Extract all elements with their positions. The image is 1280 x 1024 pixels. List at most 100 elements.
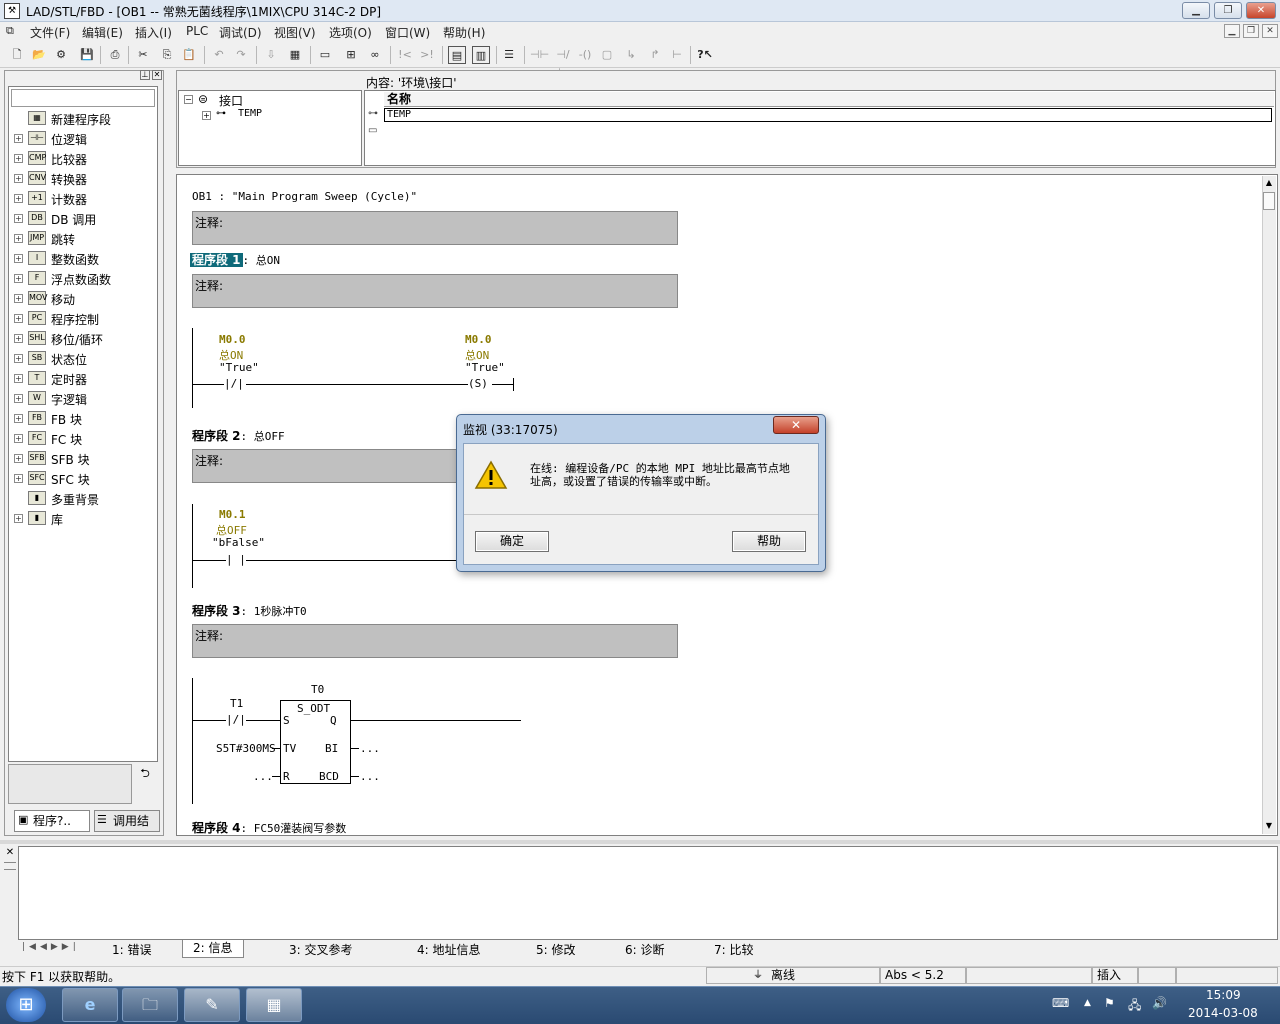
scroll-thumb[interactable]: [1263, 192, 1275, 210]
n3-bcd-value[interactable]: ...: [360, 770, 380, 783]
maximize-button[interactable]: ❐: [1214, 2, 1242, 19]
menu-edit[interactable]: 编辑(E): [82, 24, 123, 41]
cut-icon[interactable]: ✂: [134, 46, 152, 64]
interface-row-temp[interactable]: TEMP: [384, 108, 1272, 122]
tree-expand-icon[interactable]: +: [14, 354, 23, 363]
tree-expand-icon[interactable]: +: [14, 254, 23, 263]
n1-contact-address[interactable]: M0.0: [219, 333, 246, 346]
clock-time[interactable]: 15:09: [1206, 988, 1241, 1002]
new-icon[interactable]: 🗋: [8, 46, 26, 64]
network-icon[interactable]: ⊞: [342, 46, 360, 64]
contact-no-icon[interactable]: ⊣⊢: [530, 46, 549, 64]
clock-date[interactable]: 2014-03-08: [1188, 1006, 1258, 1020]
minimize-button[interactable]: ▁: [1182, 2, 1210, 19]
menu-options[interactable]: 选项(O): [329, 24, 372, 41]
tree-expand-icon[interactable]: +: [14, 134, 23, 143]
output-close-icon[interactable]: ✕: [4, 848, 16, 860]
tree-expand-icon[interactable]: +: [202, 111, 211, 120]
n1-coil-address[interactable]: M0.0: [465, 333, 492, 346]
catalog-search[interactable]: [11, 89, 155, 107]
network-3-header[interactable]: 程序段 3: 1秒脉冲T0: [192, 602, 307, 619]
menu-file[interactable]: 文件(F): [30, 24, 70, 41]
tree-expand-icon[interactable]: +: [14, 334, 23, 343]
network-3-comment[interactable]: 注释:: [192, 624, 678, 658]
tab-nav-icons[interactable]: |◀◀▶▶|: [22, 942, 86, 956]
tab-cross-ref[interactable]: 3: 交叉参考: [289, 941, 353, 957]
start-button[interactable]: ⊞: [6, 988, 46, 1022]
splitter[interactable]: [0, 840, 1280, 844]
ie-icon[interactable]: e: [62, 988, 118, 1022]
glasses-icon[interactable]: ∞: [366, 46, 384, 64]
dialog-close-button[interactable]: ✕: [773, 416, 819, 434]
tray-expand-icon[interactable]: ▲: [1084, 998, 1091, 1008]
n3-contact-address[interactable]: T1: [230, 697, 243, 710]
load-icon[interactable]: ⇩: [262, 46, 280, 64]
tree-expand-icon[interactable]: +: [14, 154, 23, 163]
scroll-up-icon[interactable]: ▲: [1263, 177, 1275, 189]
simatic-manager-icon[interactable]: ✎: [184, 988, 240, 1022]
close-button[interactable]: ✕: [1246, 2, 1276, 19]
menu-help[interactable]: 帮助(H): [443, 24, 485, 41]
connect-icon[interactable]: ⊢: [668, 46, 686, 64]
mdi-close-button[interactable]: ✕: [1262, 24, 1278, 38]
help-icon[interactable]: ?↖: [696, 46, 714, 64]
mdi-restore-button[interactable]: ❐: [1243, 24, 1259, 38]
tab-modify[interactable]: 5: 修改: [536, 941, 576, 957]
tree-expand-icon[interactable]: +: [14, 194, 23, 203]
tree-expand-icon[interactable]: +: [14, 374, 23, 383]
n3-timer-address[interactable]: T0: [311, 683, 324, 696]
network-icon[interactable]: 🖧: [1128, 996, 1141, 1017]
new-network-icon[interactable]: ☰: [500, 46, 518, 64]
lad-editor-task-icon[interactable]: ▦: [246, 988, 302, 1022]
tree-expand-icon[interactable]: +: [14, 454, 23, 463]
branch-close-icon[interactable]: ↱: [646, 46, 664, 64]
tree-collapse-icon[interactable]: −: [184, 95, 193, 104]
branch-end-icon[interactable]: >!: [418, 46, 436, 64]
interface-temp[interactable]: TEMP: [238, 108, 262, 119]
menu-insert[interactable]: 插入(I): [135, 24, 172, 41]
n3-r-value[interactable]: ...: [253, 770, 273, 783]
tree-expand-icon[interactable]: +: [14, 474, 23, 483]
network-4-header[interactable]: 程序段 4: FC50灌装阀写参数: [192, 819, 346, 836]
box-icon[interactable]: ▢: [598, 46, 616, 64]
tab-errors[interactable]: 1: 错误: [112, 941, 152, 957]
undo-icon[interactable]: ↶: [210, 46, 228, 64]
tree-expand-icon[interactable]: +: [14, 414, 23, 423]
volume-icon[interactable]: 🔊: [1152, 996, 1167, 1010]
monitor-icon[interactable]: ▭: [316, 46, 334, 64]
help-button[interactable]: 帮助: [732, 531, 806, 552]
network-2-header[interactable]: 程序段 2: 总OFF: [192, 427, 285, 444]
tab-info[interactable]: 2: 信息: [182, 940, 244, 958]
tree-expand-icon[interactable]: +: [14, 514, 23, 523]
menu-view[interactable]: 视图(V): [274, 24, 316, 41]
panel-pin-icon[interactable]: ⊥: [140, 70, 150, 80]
mdi-minimize-button[interactable]: ▁: [1224, 24, 1240, 38]
n3-bi-value[interactable]: ...: [360, 742, 380, 755]
n3-nc-contact[interactable]: |/|: [226, 713, 246, 726]
n1-set-coil[interactable]: (S): [468, 377, 488, 390]
menu-debug[interactable]: 调试(D): [219, 24, 262, 41]
panel-close-icon[interactable]: ✕: [152, 70, 162, 80]
tab-diagnostics[interactable]: 6: 诊断: [625, 941, 665, 957]
tree-expand-icon[interactable]: +: [14, 294, 23, 303]
save-icon[interactable]: 💾: [78, 46, 96, 64]
ob-comment[interactable]: 注释:: [192, 211, 678, 245]
flag-icon[interactable]: ⚑: [1104, 996, 1115, 1010]
tree-expand-icon[interactable]: +: [14, 274, 23, 283]
print-icon[interactable]: ⎙: [106, 46, 124, 64]
catalog-toggle-icon[interactable]: ⮌: [134, 764, 156, 782]
explorer-icon[interactable]: 🗀: [122, 988, 178, 1022]
branch-icon[interactable]: !<: [396, 46, 414, 64]
scroll-down-icon[interactable]: ▼: [1263, 820, 1275, 832]
tree-expand-icon[interactable]: +: [14, 314, 23, 323]
n2-no-contact[interactable]: | |: [226, 553, 246, 566]
accessible-nodes-icon[interactable]: ⚙: [52, 46, 70, 64]
contact-nc-icon[interactable]: ⊣/⊢: [554, 46, 572, 79]
menu-window[interactable]: 窗口(W): [385, 24, 430, 41]
editor-scrollbar[interactable]: [1262, 176, 1276, 834]
compile-icon[interactable]: ▦: [286, 46, 304, 64]
network-1-comment[interactable]: 注释:: [192, 274, 678, 308]
branch-open-icon[interactable]: ↳: [622, 46, 640, 64]
view-icon[interactable]: ▥: [472, 46, 490, 64]
n1-nc-contact[interactable]: |/|: [224, 377, 244, 390]
